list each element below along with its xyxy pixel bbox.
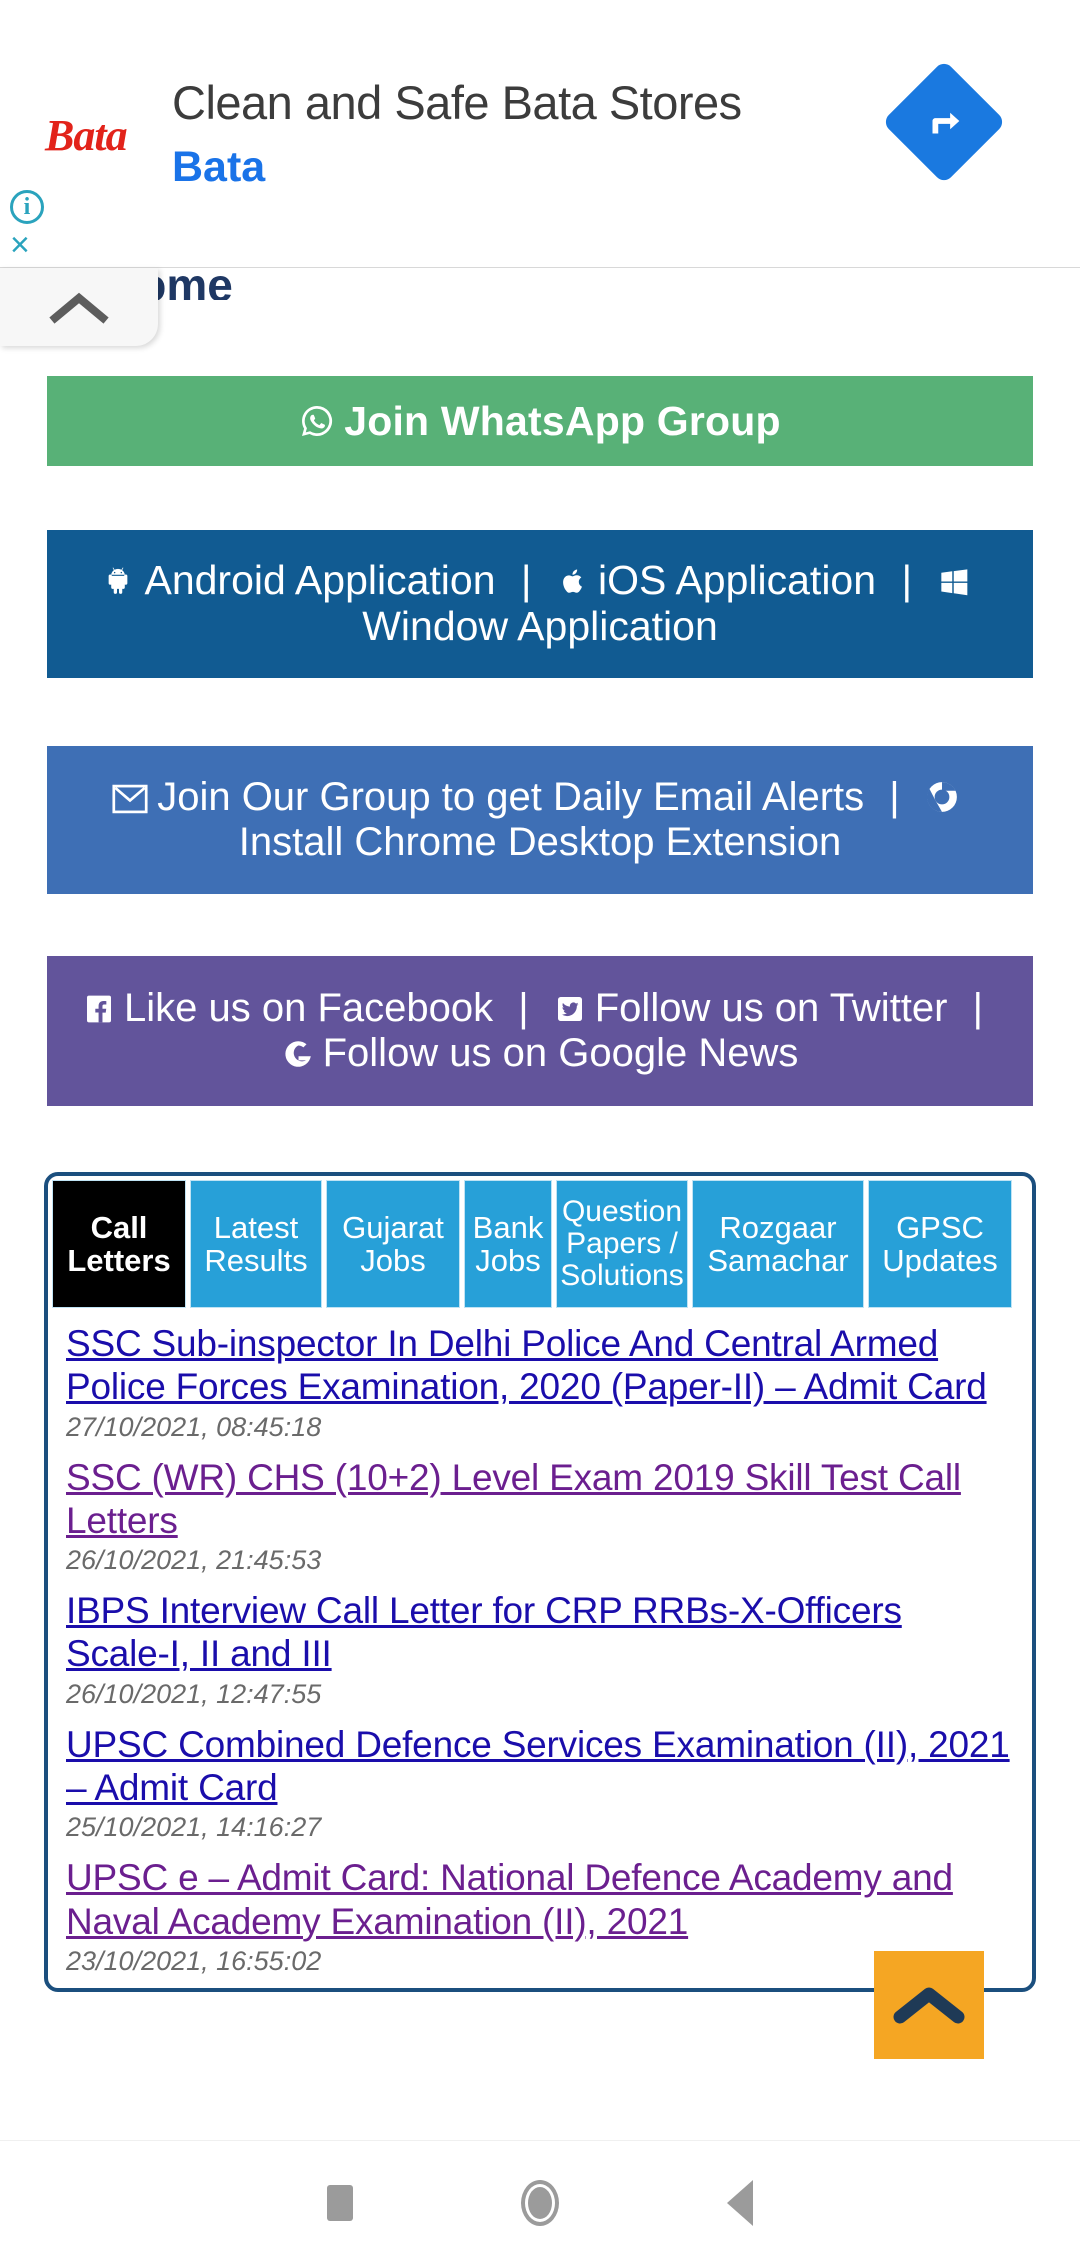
article-date: 27/10/2021, 08:45:18 [66, 1411, 322, 1442]
google-news-link[interactable]: Follow us on Google News [282, 1031, 799, 1075]
tab-question-papers[interactable]: Question Papers / Solutions [556, 1180, 688, 1308]
tab-bank-jobs[interactable]: Bank Jobs [464, 1180, 552, 1308]
social-banner: Like us on Facebook | Follow us on Twitt… [47, 956, 1033, 1106]
facebook-label: Like us on Facebook [123, 986, 494, 1031]
article-date: 26/10/2021, 21:45:53 [66, 1545, 322, 1576]
email-separator-1: | [889, 775, 900, 820]
apps-banner: Android Application | iOS Application | [47, 530, 1033, 678]
apple-icon [557, 564, 589, 598]
google-news-label: Follow us on Google News [322, 1031, 799, 1075]
envelope-icon [112, 784, 148, 814]
main-content: Join WhatsApp Group Android Application … [0, 346, 1080, 1992]
list-item: SSC Sub-inspector In Delhi Police And Ce… [48, 1322, 1032, 1456]
social-separator-1: | [518, 986, 529, 1031]
whatsapp-group-banner[interactable]: Join WhatsApp Group [47, 376, 1033, 466]
android-nav-bar [0, 2140, 1080, 2264]
scroll-to-top-button[interactable] [874, 1951, 984, 2059]
ad-inner: Bata Clean and Safe Bata Stores Bata i × [0, 0, 1080, 268]
email-banner: Join Our Group to get Daily Email Alerts… [47, 746, 1033, 894]
article-link[interactable]: UPSC Combined Defence Services Examinati… [66, 1723, 1014, 1810]
chevron-up-icon [49, 292, 109, 324]
twitter-label: Follow us on Twitter [594, 986, 948, 1031]
email-alerts-label: Join Our Group to get Daily Email Alerts [157, 775, 865, 820]
android-app-label: Android Application [144, 557, 496, 604]
list-item: UPSC Combined Defence Services Examinati… [48, 1723, 1032, 1857]
windows-icon [938, 566, 970, 598]
tab-gpsc-updates[interactable]: GPSC Updates [868, 1180, 1012, 1308]
chevron-up-icon [893, 1987, 965, 2024]
turn-right-arrow-icon [881, 59, 1007, 185]
home-circle-icon [521, 2179, 559, 2226]
chrome-extension-label: Install Chrome Desktop Extension [238, 820, 842, 864]
article-link[interactable]: SSC Sub-inspector In Delhi Police And Ce… [66, 1322, 1014, 1409]
article-date: 25/10/2021, 14:16:27 [66, 1812, 322, 1843]
recents-square-icon [327, 2184, 353, 2221]
ad-headline: Clean and Safe Bata Stores [172, 76, 742, 129]
tab-strip: Call Letters Latest Results Gujarat Jobs… [48, 1176, 1032, 1308]
ad-close-glyph: × [10, 226, 30, 264]
ad-cta-icon-wrap[interactable] [881, 59, 1007, 185]
whatsapp-icon [299, 403, 335, 439]
ad-collapse-button[interactable] [0, 268, 158, 346]
recents-button[interactable] [240, 2184, 440, 2221]
ad-close-icon[interactable]: × [10, 228, 30, 262]
home-button[interactable] [440, 2179, 640, 2226]
tab-latest-results[interactable]: Latest Results [190, 1180, 322, 1308]
list-item: IBPS Interview Call Letter for CRP RRBs-… [48, 1589, 1032, 1723]
list-item: SSC (WR) CHS (10+2) Level Exam 2019 Skil… [48, 1456, 1032, 1590]
google-icon [282, 1038, 314, 1070]
article-link[interactable]: SSC (WR) CHS (10+2) Level Exam 2019 Skil… [66, 1456, 1014, 1543]
ad-advertiser: Bata [172, 143, 266, 191]
article-list: SSC Sub-inspector In Delhi Police And Ce… [48, 1308, 1032, 1992]
ad-info-glyph: i [23, 193, 31, 220]
android-app-link[interactable]: Android Application [101, 557, 506, 603]
android-icon [101, 564, 135, 598]
twitter-icon [554, 993, 586, 1025]
tab-rozgaar-samachar[interactable]: Rozgaar Samachar [692, 1180, 864, 1308]
apps-separator-2: | [901, 557, 913, 604]
window-app-label: Window Application [362, 603, 718, 649]
back-button[interactable] [640, 2179, 840, 2226]
article-date: 23/10/2021, 16:55:02 [66, 1945, 322, 1976]
ad-banner[interactable]: Bata Clean and Safe Bata Stores Bata i × [0, 0, 1080, 268]
apps-separator-1: | [520, 557, 532, 604]
chrome-icon [925, 780, 959, 814]
tab-call-letters[interactable]: Call Letters [52, 1180, 186, 1308]
ios-app-label: iOS Application [597, 557, 877, 604]
facebook-icon [83, 993, 115, 1025]
screen: Bata Clean and Safe Bata Stores Bata i ×… [0, 0, 1080, 2264]
back-triangle-icon [727, 2179, 753, 2226]
ios-app-link[interactable]: iOS Application [557, 557, 887, 603]
social-separator-2: | [972, 986, 983, 1031]
article-link[interactable]: UPSC e – Admit Card: National Defence Ac… [66, 1856, 1014, 1943]
twitter-link[interactable]: Follow us on Twitter [554, 986, 959, 1030]
article-link[interactable]: IBPS Interview Call Letter for CRP RRBs-… [66, 1589, 1014, 1676]
ad-logo: Bata [45, 111, 128, 160]
article-date: 26/10/2021, 12:47:55 [66, 1678, 322, 1709]
whatsapp-group-label: Join WhatsApp Group [344, 397, 781, 444]
tab-gujarat-jobs[interactable]: Gujarat Jobs [326, 1180, 460, 1308]
ad-info-icon[interactable]: i [10, 190, 44, 224]
article-link[interactable]: LIC AE & AAO Main Exam Date & Admit Card [66, 1990, 1014, 1992]
facebook-link[interactable]: Like us on Facebook [83, 986, 504, 1030]
news-tab-panel: Call Letters Latest Results Gujarat Jobs… [44, 1172, 1036, 1992]
email-alerts-link[interactable]: Join Our Group to get Daily Email Alerts [112, 775, 875, 819]
